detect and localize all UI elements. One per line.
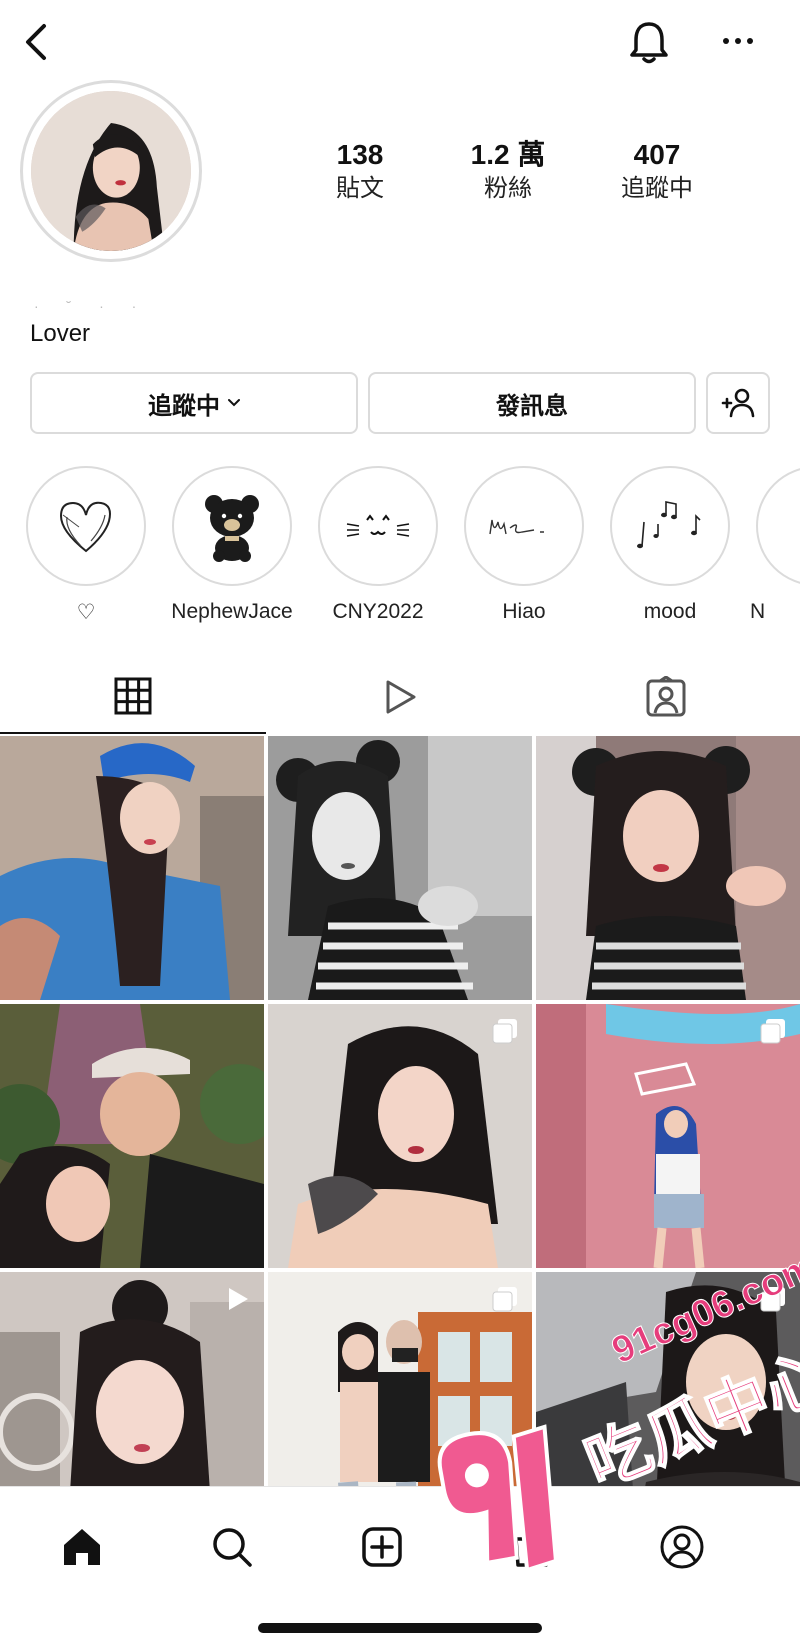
- highlight-label: mood: [643, 600, 697, 623]
- highlight-label: Hiao: [502, 600, 546, 623]
- nav-search[interactable]: [202, 1517, 262, 1577]
- more-horizontal-icon: [723, 38, 753, 44]
- following-count-value: 407: [633, 139, 681, 170]
- post-thumbnail[interactable]: [536, 736, 800, 1000]
- following-count-label: 追蹤中: [621, 174, 693, 202]
- signature-me-icon: [489, 519, 544, 535]
- message-button[interactable]: 發訊息: [368, 372, 696, 434]
- profile-icon: [660, 1525, 704, 1569]
- following-button[interactable]: 追蹤中: [30, 372, 358, 434]
- home-indicator: [258, 1623, 542, 1633]
- highlight-cover: [172, 466, 292, 586]
- highlight-item[interactable]: Hiao: [454, 466, 594, 624]
- multi-icon: [760, 1019, 785, 1044]
- notifications-button[interactable]: [626, 18, 672, 66]
- music-notes-icon: [637, 501, 701, 549]
- chevron-down-icon: [228, 399, 240, 407]
- cat-face-icon: [346, 514, 410, 537]
- bottom-navigation: [0, 1486, 800, 1644]
- play-icon: [229, 1288, 248, 1310]
- search-icon: [213, 1528, 252, 1567]
- nav-shop[interactable]: [502, 1517, 562, 1577]
- message-button-label: 發訊息: [496, 391, 568, 420]
- post-thumbnail[interactable]: [536, 1004, 800, 1268]
- suggested-users-button[interactable]: [706, 372, 770, 434]
- followers-count-value: 1.2 萬: [470, 139, 546, 170]
- highlight-cover: [464, 466, 584, 586]
- highlight-item[interactable]: CNY2022: [308, 466, 448, 624]
- tab-grid[interactable]: [0, 660, 266, 734]
- bio-text: Lover: [30, 320, 91, 347]
- posts-count-label: 貼文: [336, 174, 384, 202]
- multi-icon: [492, 1019, 517, 1044]
- shopping-bag-icon: [514, 1527, 550, 1567]
- highlight-label: CNY2022: [332, 600, 424, 623]
- multi-icon: [760, 1287, 785, 1312]
- post-thumbnail[interactable]: [268, 1004, 532, 1268]
- add-person-icon: [721, 388, 755, 418]
- tab-tagged[interactable]: [533, 660, 799, 734]
- home-icon: [64, 1529, 100, 1565]
- followers-count-label: 粉絲: [484, 174, 532, 202]
- plus-square-icon: [362, 1527, 402, 1567]
- tab-reels[interactable]: [267, 660, 533, 734]
- highlight-cover: [26, 466, 146, 586]
- posts-grid: [0, 736, 800, 1536]
- highlight-item[interactable]: N: [746, 466, 800, 624]
- bell-icon: [630, 22, 668, 64]
- profile-avatar-ring[interactable]: [20, 80, 202, 262]
- highlight-label: ♡: [76, 601, 96, 624]
- top-bar: [0, 0, 800, 90]
- play-icon: [386, 680, 416, 714]
- post-thumbnail[interactable]: [0, 736, 264, 1000]
- highlight-item[interactable]: NephewJace: [162, 466, 302, 624]
- post-thumbnail[interactable]: [268, 736, 532, 1000]
- heart-sketch-icon: [59, 501, 111, 553]
- posts-count-value: 138: [336, 139, 384, 170]
- following-count[interactable]: 407 追蹤中: [592, 138, 722, 204]
- following-button-label: 追蹤中: [148, 391, 220, 420]
- highlight-item[interactable]: mood: [600, 466, 740, 624]
- avatar: [31, 91, 191, 251]
- highlight-cover: [756, 466, 800, 586]
- nav-profile[interactable]: [652, 1517, 712, 1577]
- tagged-person-icon: [646, 676, 686, 717]
- followers-count[interactable]: 1.2 萬 粉絲: [443, 138, 573, 204]
- post-thumbnail[interactable]: [0, 1004, 264, 1268]
- chevron-left-icon: [26, 24, 46, 60]
- bear-icon: [205, 495, 259, 562]
- multi-icon: [492, 1287, 517, 1312]
- grid-icon: [114, 677, 152, 715]
- story-highlights: ♡ NephewJace CNY2022 Hiao mood N: [0, 466, 800, 626]
- back-button[interactable]: [22, 22, 52, 62]
- highlight-cover: [318, 466, 438, 586]
- highlight-label: N: [750, 600, 766, 623]
- more-options-button[interactable]: [718, 26, 758, 56]
- highlight-cover: [610, 466, 730, 586]
- highlight-label: NephewJace: [171, 600, 293, 623]
- posts-count[interactable]: 138 貼文: [295, 138, 425, 204]
- highlight-item[interactable]: ♡: [16, 466, 156, 625]
- bio-blurred-text: · ˘ · ·: [34, 298, 149, 314]
- nav-home[interactable]: [52, 1517, 112, 1577]
- profile-tabs: [0, 660, 800, 734]
- nav-create[interactable]: [352, 1517, 412, 1577]
